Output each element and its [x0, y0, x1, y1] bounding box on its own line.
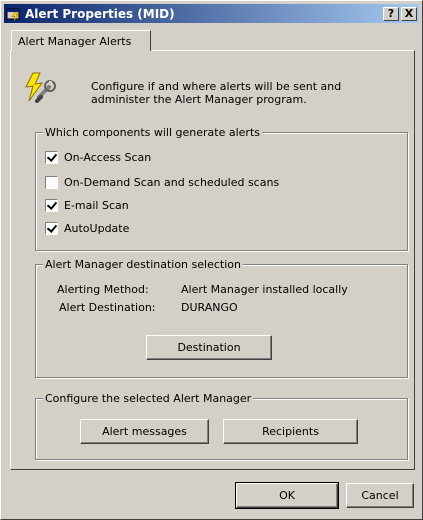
checkbox-on-demand-scan[interactable]: On-Demand Scan and scheduled scans: [45, 176, 279, 189]
help-button[interactable]: ?: [383, 6, 399, 21]
alerting-method-label: Alerting Method:: [57, 283, 149, 296]
destination-button[interactable]: Destination: [146, 335, 272, 360]
ok-button[interactable]: OK: [235, 482, 339, 509]
alert-destination-value: DURANGO: [181, 301, 238, 314]
alert-destination-label: Alert Destination:: [59, 301, 156, 314]
checkbox-label: E-mail Scan: [64, 199, 129, 212]
checkbox-autoupdate[interactable]: AutoUpdate: [45, 222, 129, 235]
checkbox-label: AutoUpdate: [64, 222, 130, 235]
intro-text: Configure if and where alerts will be se…: [91, 80, 342, 106]
destination-group: Alert Manager destination selection: [35, 258, 408, 378]
checkbox-email-scan[interactable]: E-mail Scan: [45, 199, 129, 212]
configure-group-title: Configure the selected Alert Manager: [43, 392, 254, 405]
close-button[interactable]: X: [401, 6, 417, 21]
app-icon: [6, 6, 22, 22]
cancel-button-label: Cancel: [361, 489, 399, 502]
checkbox-box[interactable]: [45, 151, 58, 164]
alert-messages-button[interactable]: Alert messages: [80, 419, 209, 444]
checkbox-box[interactable]: [45, 222, 58, 235]
dialog-window: Alert Properties (MID) ? X Alert Manager…: [0, 0, 423, 520]
window-title: Alert Properties (MID): [25, 6, 175, 21]
ok-button-label: OK: [279, 489, 295, 502]
alert-tools-icon: [23, 71, 57, 105]
tab-alert-manager-alerts[interactable]: Alert Manager Alerts: [11, 30, 151, 51]
alert-messages-button-label: Alert messages: [102, 425, 187, 438]
recipients-button-label: Recipients: [262, 425, 319, 438]
destination-group-title: Alert Manager destination selection: [43, 258, 243, 271]
checkbox-on-access-scan[interactable]: On-Access Scan: [45, 151, 151, 164]
tab-label: Alert Manager Alerts: [18, 34, 132, 48]
checkbox-box[interactable]: [45, 199, 58, 212]
destination-button-label: Destination: [177, 341, 241, 354]
checkbox-box[interactable]: [45, 176, 58, 189]
title-bar[interactable]: Alert Properties (MID) ? X: [4, 4, 419, 23]
components-group-title: Which components will generate alerts: [43, 126, 262, 139]
cancel-button[interactable]: Cancel: [346, 483, 414, 508]
checkbox-label: On-Demand Scan and scheduled scans: [64, 176, 280, 189]
alerting-method-value: Alert Manager installed locally: [181, 283, 348, 296]
recipients-button[interactable]: Recipients: [223, 419, 358, 444]
checkbox-label: On-Access Scan: [64, 151, 152, 164]
